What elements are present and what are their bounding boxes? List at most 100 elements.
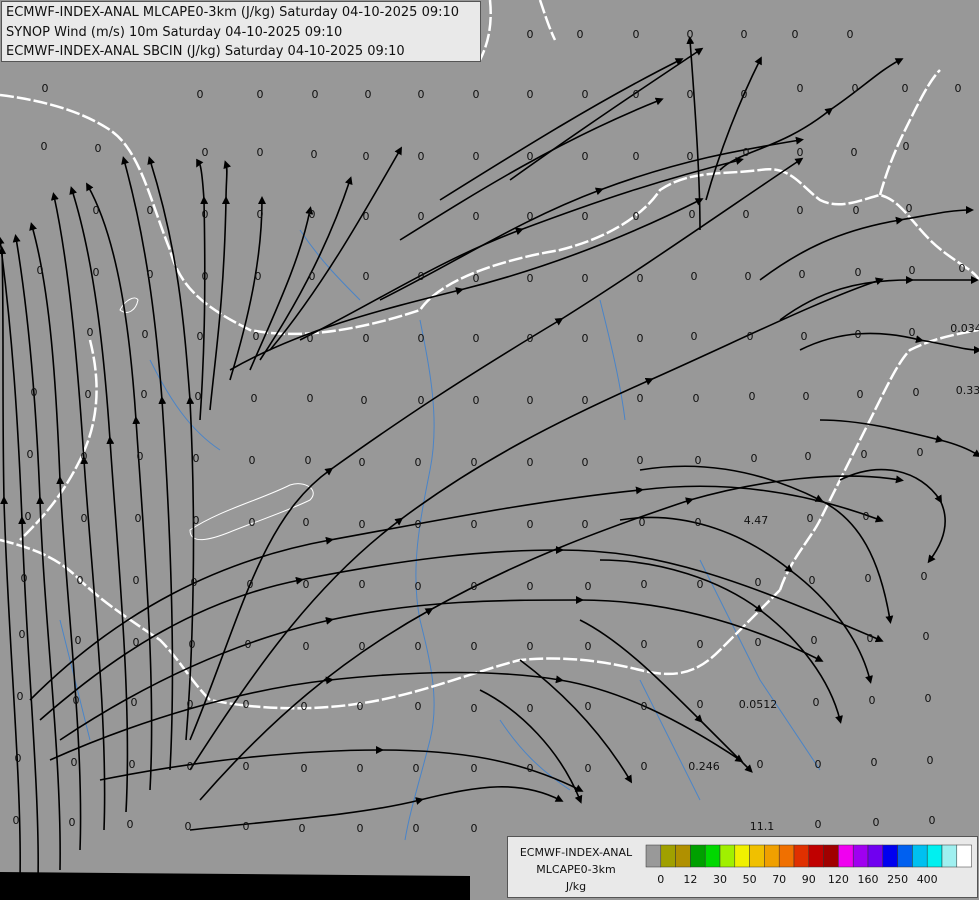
cape-value-label: 0 (15, 752, 22, 765)
cape-value-label: 0 (697, 578, 704, 591)
cape-value-label: 0 (687, 150, 694, 163)
legend-swatch (749, 844, 765, 868)
legend-swatch (838, 844, 854, 868)
cape-value-label: 0 (693, 392, 700, 405)
cape-value-label: 0 (585, 580, 592, 593)
cape-value-label: 0 (85, 388, 92, 401)
cape-value-label: 0 (31, 386, 38, 399)
cape-value-label: 0 (42, 82, 49, 95)
cape-value-label: 0 (527, 28, 534, 41)
cape-value-label: 0 (641, 760, 648, 773)
cape-value-label: 0 (577, 28, 584, 41)
cape-value-label: 0 (585, 640, 592, 653)
cape-value-label: 0 (363, 210, 370, 223)
cape-value-label: 0 (299, 822, 306, 835)
legend-swatch (852, 844, 869, 868)
cape-value-label: 0 (257, 208, 264, 221)
cape-value-label: 0 (633, 88, 640, 101)
color-legend: ECMWF-INDEX-ANAL MLCAPE0-3km J/kg 0 12 30 5… (507, 836, 978, 898)
cape-value-label: 0 (697, 698, 704, 711)
legend-unit-label: J/kg (565, 880, 587, 893)
cape-value-label: 0 (202, 146, 209, 159)
cape-value-label: 0 (301, 762, 308, 775)
cape-value-label: 0 (923, 630, 930, 643)
cape-value-label: 0 (906, 202, 913, 215)
cape-value-label: 0 (582, 518, 589, 531)
cape-value-label: 0 (253, 330, 260, 343)
cape-value-label: 0 (473, 272, 480, 285)
cape-value-label: 0 (757, 758, 764, 771)
cape-value-label: 0 (471, 702, 478, 715)
cape-value-label: 0 (257, 146, 264, 159)
legend-swatch (778, 844, 795, 868)
legend-swatch (734, 844, 750, 868)
legend-tick-label: 250 (887, 873, 908, 886)
cape-value-label: 0 (93, 266, 100, 279)
cape-value-label: 0 (527, 272, 534, 285)
cape-value-label: 0 (639, 516, 646, 529)
cape-value-label: 0 (197, 330, 204, 343)
cape-value-label: 0 (257, 88, 264, 101)
legend-color-bar: 0 12 30 50 70 90 120 160 250 400 (645, 844, 972, 886)
legend-swatch (808, 844, 824, 868)
cape-value-label: 0 (69, 816, 76, 829)
cape-value-label: 0 (243, 698, 250, 711)
legend-model-label: ECMWF-INDEX-ANAL (519, 846, 633, 859)
cape-value-label: 0 (202, 208, 209, 221)
cape-value-label: 0 (27, 448, 34, 461)
legend-swatch (793, 844, 810, 868)
legend-swatch (867, 844, 884, 868)
cape-value-label: 0 (357, 822, 364, 835)
cape-value-label: 0 (745, 270, 752, 283)
cape-value-label: 0 (815, 758, 822, 771)
cape-value-label: 0 (415, 518, 422, 531)
cape-value-label: 0 (357, 762, 364, 775)
cape-value-label: 0 (903, 140, 910, 153)
cape-value-label: 0 (71, 756, 78, 769)
cape-value-label: 0 (902, 82, 909, 95)
cape-value-label: 0 (142, 328, 149, 341)
cape-value-label: 0 (743, 208, 750, 221)
cape-value-label: 0 (641, 638, 648, 651)
cape-value-label: 0 (133, 574, 140, 587)
cape-value-label: 0 (527, 640, 534, 653)
cape-value-label: 0 (415, 580, 422, 593)
cape-value-label: 0 (191, 576, 198, 589)
cape-value-label: 0 (811, 634, 818, 647)
cape-value-label: 0 (813, 696, 820, 709)
cape-value-label: 0 (303, 640, 310, 653)
cape-value-label: 0 (755, 576, 762, 589)
title-line-synop-wind: SYNOP Wind (m/s) 10m Saturday 04-10-2025… (6, 25, 343, 40)
cape-value-label: 0 (359, 578, 366, 591)
legend-tick-label: 0 (657, 873, 664, 886)
legend-field-label: MLCAPE0-3km (536, 863, 616, 876)
cape-value-label: 0 (473, 210, 480, 223)
cape-value-label: 0 (197, 88, 204, 101)
cape-value-label: 0 (527, 88, 534, 101)
cape-value-label: 0 (473, 88, 480, 101)
cape-value-label: 0 (873, 816, 880, 829)
cape-value-label: 0 (857, 388, 864, 401)
cape-value-label: 0 (691, 330, 698, 343)
cape-value-label: 0 (87, 326, 94, 339)
cape-value-label: 0 (921, 570, 928, 583)
cape-value-label: 0 (41, 140, 48, 153)
cape-value-label: 0 (133, 636, 140, 649)
cape-value-label: 0 (359, 640, 366, 653)
cape-value-label: 0 (359, 518, 366, 531)
cape-value-label: 0 (147, 204, 154, 217)
cape-value-label: 0 (527, 394, 534, 407)
cape-value-label: 0 (741, 28, 748, 41)
cape-value-label: 0 (633, 28, 640, 41)
cape-value-label: 0 (582, 394, 589, 407)
cape-value-label: 0 (687, 88, 694, 101)
cape-value-label: 0 (251, 392, 258, 405)
cape-value-label: 0 (633, 210, 640, 223)
cape-value-label: 0 (303, 516, 310, 529)
cape-value-label: 0 (471, 762, 478, 775)
cape-value-label: 0 (187, 760, 194, 773)
cape-value-label: 0 (127, 818, 134, 831)
cape-value-label: 0 (255, 270, 262, 283)
cape-value-label: 0 (637, 454, 644, 467)
cape-value-label: 0 (189, 638, 196, 651)
